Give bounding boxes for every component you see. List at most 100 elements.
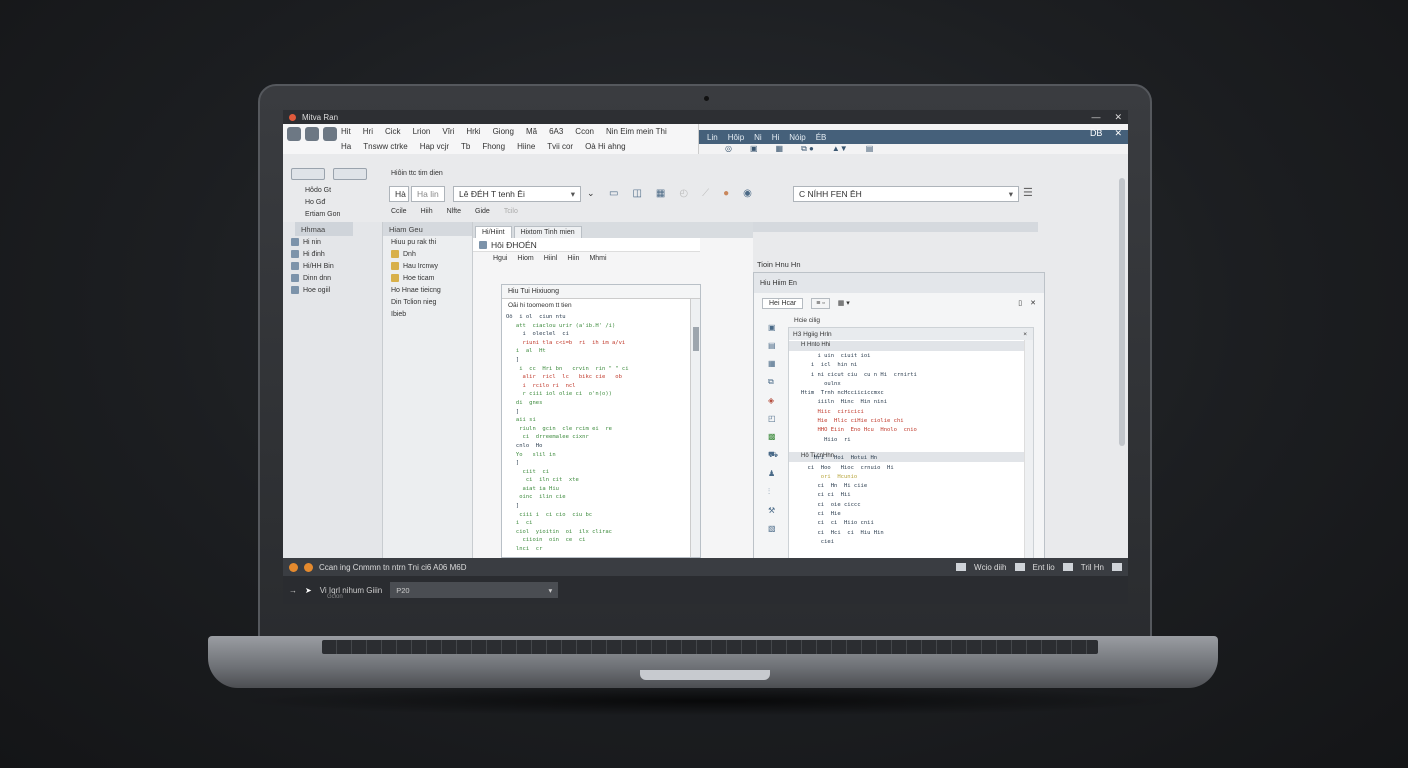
- properties-button[interactable]: Hei Hcar: [762, 297, 804, 309]
- nav-item[interactable]: Hoe ticam: [383, 272, 472, 284]
- tool-box-1[interactable]: [291, 168, 325, 180]
- cube-icon[interactable]: ▣: [768, 323, 778, 332]
- tree-icon[interactable]: ▩: [768, 432, 778, 441]
- column-header[interactable]: Hiinl: [544, 255, 558, 262]
- grid-icon[interactable]: ▦: [656, 188, 665, 199]
- ribbon-tab[interactable]: Hit: [341, 127, 351, 136]
- ribbon-tab[interactable]: Lrion: [413, 127, 431, 136]
- search-combo[interactable]: C NÍHH FEN ĒH ▾: [793, 186, 1019, 202]
- property-line[interactable]: i uin ciuit ioi: [791, 352, 1021, 361]
- ribbon-command[interactable]: Fhong: [482, 142, 505, 151]
- properties-scrollbar[interactable]: [1024, 340, 1033, 558]
- grid-icon[interactable]: ▦: [776, 144, 784, 154]
- doc-tab[interactable]: Hi/Hiint: [475, 226, 512, 238]
- command-field[interactable]: P20 ▾: [390, 582, 559, 598]
- view-icon[interactable]: [1062, 563, 1073, 571]
- property-line[interactable]: ciei: [791, 538, 1021, 547]
- column-header[interactable]: Hiom: [517, 255, 533, 262]
- toolbar-subitem[interactable]: Hiih: [421, 208, 433, 215]
- property-line[interactable]: ci ci Hii: [791, 491, 1021, 500]
- status-item[interactable]: Tril Hn: [1081, 563, 1104, 572]
- ribbon-command[interactable]: Tnsww ctrke: [363, 142, 407, 151]
- nav-item[interactable]: Hau Ircnwy: [383, 260, 472, 272]
- left-panel-item[interactable]: Dinn dnn: [283, 272, 382, 284]
- arrow-right-icon[interactable]: →: [289, 586, 297, 595]
- toolbar-subitem[interactable]: Nlfte: [447, 208, 461, 215]
- left-panel-item[interactable]: Hi đinh: [283, 248, 382, 260]
- close-icon[interactable]: ✕: [1030, 299, 1044, 307]
- property-line[interactable]: HHO Eiin Eno Hcu Hnolo cnio: [791, 426, 1021, 435]
- property-line[interactable]: ori Hcunio: [791, 473, 1021, 482]
- view-icon[interactable]: [956, 563, 967, 571]
- ribbon-command[interactable]: Hiine: [517, 142, 535, 151]
- monitor-icon[interactable]: ▭: [609, 188, 618, 199]
- brush-icon[interactable]: ⟋: [702, 188, 709, 199]
- image-icon[interactable]: ◫: [632, 188, 641, 199]
- link-icon[interactable]: ⧉ ●: [801, 144, 814, 154]
- right-tab[interactable]: Nóip: [789, 133, 805, 142]
- chart-icon[interactable]: ▲▼: [832, 144, 848, 154]
- minimize-button[interactable]: —: [1091, 112, 1100, 123]
- close-button[interactable]: ✕: [1114, 112, 1122, 123]
- tag-icon[interactable]: ◰: [768, 414, 778, 423]
- toolbar-subitem[interactable]: Tcilo: [504, 208, 518, 215]
- image-icon[interactable]: ▧: [768, 524, 778, 533]
- right-tab[interactable]: Hi: [772, 133, 780, 142]
- list-icon[interactable]: ≡ ▫: [811, 297, 830, 309]
- chart-icon[interactable]: ⫶: [768, 487, 778, 497]
- ribbon-tab[interactable]: Giong: [493, 127, 514, 136]
- view-icon[interactable]: [1014, 563, 1025, 571]
- close-icon[interactable]: ×: [1023, 331, 1033, 338]
- tools-icon[interactable]: ⚒: [768, 506, 778, 515]
- people-icon[interactable]: ♟: [768, 469, 778, 478]
- ribbon-tab[interactable]: Mă: [526, 127, 537, 136]
- user-icon[interactable]: [323, 127, 337, 141]
- property-line[interactable]: i ni cicut ciu cu n Hi crnirti: [791, 371, 1021, 380]
- property-line[interactable]: iiiln Hinc Hin nini: [791, 398, 1021, 407]
- nav-item[interactable]: Ibieb: [383, 308, 472, 320]
- folder-icon[interactable]: [305, 127, 319, 141]
- property-line[interactable]: ci oie ciccc: [791, 501, 1021, 510]
- ribbon-tab[interactable]: Hrki: [466, 127, 480, 136]
- grid-icon[interactable]: ▦: [768, 359, 778, 368]
- toolbar-subitem[interactable]: Ccile: [391, 208, 407, 215]
- ribbon-tab[interactable]: Nin Eim mein Thi: [606, 127, 667, 136]
- nav-item[interactable]: Ho Hnae tieicng: [383, 284, 472, 296]
- property-line[interactable]: ci Hie: [791, 510, 1021, 519]
- doc-tab[interactable]: Hixtom Tinh mien: [513, 226, 582, 238]
- property-line[interactable]: Hiio ri: [791, 436, 1021, 445]
- ribbon-close-button[interactable]: ✕: [1114, 128, 1122, 139]
- ribbon-command[interactable]: Tvii cor: [547, 142, 573, 151]
- home-icon[interactable]: [287, 127, 301, 141]
- left-panel-item[interactable]: Hoe ogiil: [283, 284, 382, 296]
- clock-icon[interactable]: ◴: [679, 188, 688, 199]
- property-line[interactable]: ci ci Hiio cnii: [791, 519, 1021, 528]
- nav-item[interactable]: Din Tclion nieg: [383, 296, 472, 308]
- table-icon[interactable]: ▤: [866, 144, 874, 154]
- property-line[interactable]: [791, 445, 1021, 454]
- property-line[interactable]: ci Hn Hi ciie: [791, 482, 1021, 491]
- chevron-down-icon[interactable]: ⌄: [587, 188, 595, 199]
- status-item[interactable]: Wcio diih: [974, 563, 1006, 572]
- restore-button[interactable]: DB: [1090, 128, 1103, 139]
- ribbon-tab[interactable]: Ccon: [575, 127, 594, 136]
- badge-icon[interactable]: ◈: [768, 396, 778, 405]
- property-line[interactable]: ci Hci ci Hiu Hin: [791, 529, 1021, 538]
- column-header[interactable]: Mhmi: [589, 255, 606, 262]
- nav-item[interactable]: Hiuu pu rak thi: [383, 236, 472, 248]
- ribbon-command[interactable]: Ha: [341, 142, 351, 151]
- toolbar-subitem[interactable]: Gide: [475, 208, 490, 215]
- share-icon[interactable]: ⧉: [768, 377, 778, 387]
- ha-lin-button[interactable]: Ha lin: [411, 186, 445, 202]
- pin-icon[interactable]: ▯: [1018, 299, 1022, 307]
- left-item[interactable]: Hôdo Gt: [291, 184, 379, 196]
- ribbon-tab[interactable]: 6A3: [549, 127, 563, 136]
- property-line[interactable]: oulnx: [791, 380, 1021, 389]
- ha-button[interactable]: Hà: [389, 186, 409, 202]
- left-item[interactable]: Ertiam Gon: [291, 208, 379, 220]
- property-line[interactable]: Hri Hoi Hotui Hn: [791, 454, 1021, 463]
- tool-box-2[interactable]: [333, 168, 368, 180]
- property-line[interactable]: ci Hoo Hioc crnuio Hi: [791, 464, 1021, 473]
- nav-panel-tab[interactable]: Hiam Geu: [383, 222, 472, 236]
- expand-icon[interactable]: [1112, 563, 1122, 571]
